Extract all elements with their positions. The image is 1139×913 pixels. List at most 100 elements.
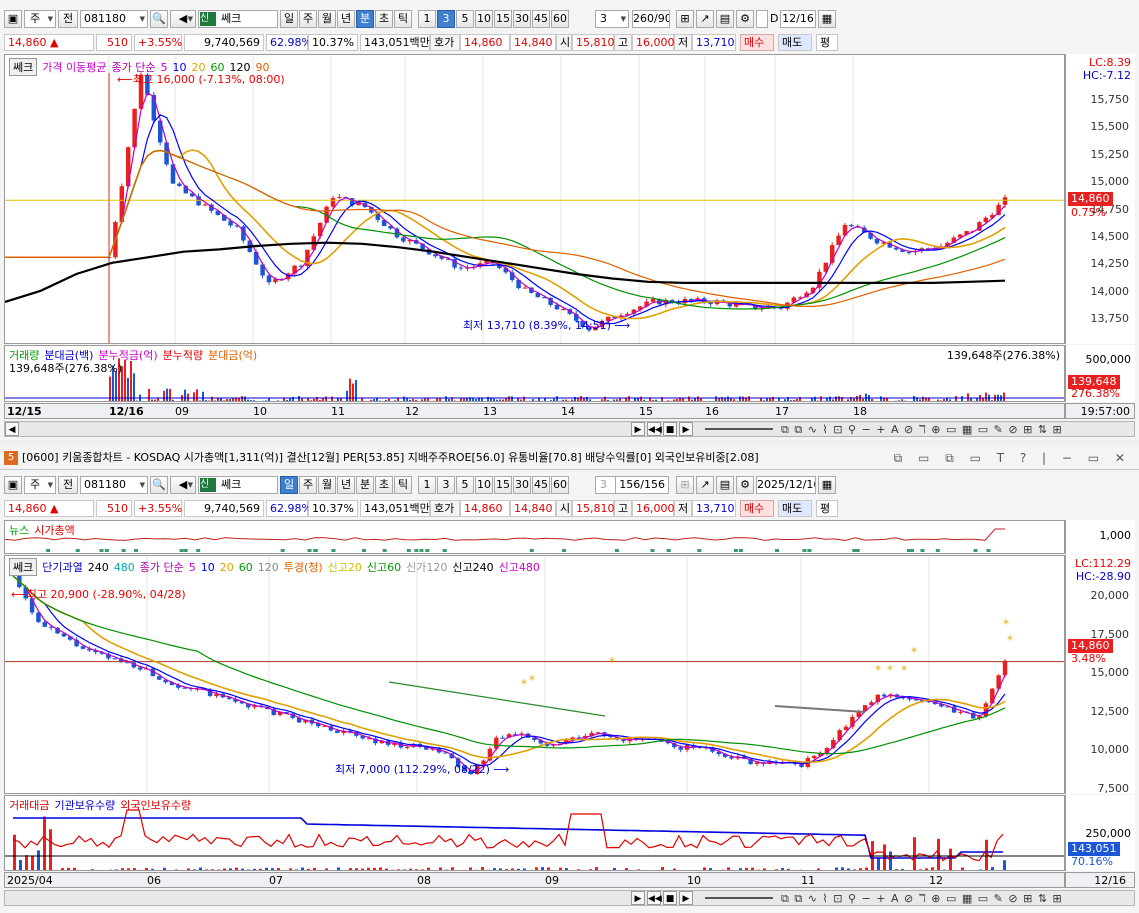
- period-tab-5[interactable]: 초: [375, 10, 393, 28]
- interval-tab-7[interactable]: 60: [551, 476, 569, 494]
- play-icon[interactable]: ▶: [679, 891, 693, 905]
- interval-tab-6[interactable]: 45: [532, 476, 550, 494]
- date-field[interactable]: 12/16: [780, 10, 816, 28]
- volume-bar: [706, 400, 708, 401]
- sell-button[interactable]: 매도: [778, 500, 812, 517]
- bar-count-field[interactable]: 156/156: [615, 476, 669, 494]
- rewind-icon[interactable]: ◀◀: [647, 891, 662, 905]
- calendar-icon[interactable]: ▦: [818, 10, 836, 28]
- prev-button[interactable]: 전: [58, 10, 78, 28]
- sound-icon[interactable]: ◀: [170, 476, 196, 494]
- scroll-right-icon[interactable]: ▶: [631, 891, 645, 905]
- zoom-slider[interactable]: [705, 897, 773, 899]
- period-tab-0[interactable]: 일: [280, 10, 298, 28]
- interval-tab-6[interactable]: 45: [532, 10, 550, 28]
- search-icon[interactable]: 🔍: [150, 10, 168, 28]
- amount-bar: [391, 869, 394, 870]
- daily-price-axis: LC:112.29 HC:-28.90 20,000 17,500 15,000 12…: [1065, 555, 1135, 795]
- daily-price-chart[interactable]: * * * * * * * * * 쎄크 단기과열 240 480 종가 단순 5 10 20 60 120 투경(…: [4, 555, 1065, 794]
- scroll-right-icon[interactable]: ▶: [631, 422, 645, 436]
- buy-button[interactable]: 매수: [740, 500, 774, 517]
- amount-bar: [685, 870, 688, 871]
- sound-icon[interactable]: ◀: [170, 10, 196, 28]
- interval-select[interactable]: 3: [595, 10, 629, 28]
- stock-name-field[interactable]: 신 쎄크: [198, 476, 278, 494]
- grid-icon[interactable]: ⊞: [676, 476, 694, 494]
- trade-amount: 143,051백만: [360, 500, 430, 517]
- chart-tools-icons[interactable]: ⧉ ⧉ ∿ ⌇ ⊡ ⚲ − + A ⊘ ℸ ⊕ ▭ ▦ ▭ ✎ ⊘ ⊞ ⇅ ⊞: [781, 892, 1063, 906]
- daily-amount-chart[interactable]: 거래대금 기관보유수량 외국인보유수량: [4, 795, 1065, 871]
- scroll-left-icon[interactable]: ◀: [5, 422, 19, 436]
- stock-code-input[interactable]: 081180: [80, 10, 148, 28]
- market-type-select[interactable]: 주: [24, 10, 56, 28]
- volume-bar: [964, 401, 966, 402]
- period-tab-6[interactable]: 틱: [394, 476, 412, 494]
- period-tab-6[interactable]: 틱: [394, 10, 412, 28]
- sell-button[interactable]: 매도: [778, 34, 812, 51]
- interval-tab-0[interactable]: 1: [418, 476, 436, 494]
- period-tab-1[interactable]: 주: [299, 476, 317, 494]
- compare-icon[interactable]: ↗: [696, 476, 714, 494]
- zoom-slider[interactable]: [705, 428, 773, 430]
- save-icon[interactable]: ▤: [716, 10, 734, 28]
- prev-button[interactable]: 전: [58, 476, 78, 494]
- grid-icon[interactable]: ⊞: [676, 10, 694, 28]
- period-tab-3[interactable]: 년: [337, 10, 355, 28]
- period-tab-5[interactable]: 초: [375, 476, 393, 494]
- date-field[interactable]: 2025/12/16: [756, 476, 816, 494]
- interval-tab-1[interactable]: 3: [437, 10, 455, 28]
- interval-tab-3[interactable]: 10: [475, 10, 493, 28]
- stock-name-field[interactable]: 신 쎄크: [198, 10, 278, 28]
- amount-bar: [247, 869, 250, 870]
- price-tick: 15,750: [1090, 93, 1130, 106]
- rewind-icon[interactable]: ◀◀: [647, 422, 662, 436]
- stock-code-input[interactable]: 081180: [80, 476, 148, 494]
- minute-volume-chart[interactable]: 거래량 분대금(백) 분누적금(억) 분누적량 분대금(억) 139,648주(276.…: [4, 345, 1065, 402]
- news-marker: [562, 549, 567, 552]
- period-tab-1[interactable]: 주: [299, 10, 317, 28]
- bar-count-field[interactable]: 260/900: [632, 10, 670, 28]
- period-tab-4[interactable]: 분: [356, 476, 374, 494]
- date-checkbox[interactable]: [756, 10, 768, 28]
- gear-icon[interactable]: ⚙: [736, 476, 754, 494]
- eval-button[interactable]: 평: [816, 34, 838, 51]
- price-tick: 15,000: [1090, 175, 1130, 189]
- chart-tools-icons[interactable]: ⧉ ⧉ ∿ ⌇ ⊡ ⚲ − + A ⊘ ℸ ⊕ ▭ ▦ ▭ ✎ ⊘ ⊞ ⇅ ⊞: [781, 423, 1063, 437]
- eval-button[interactable]: 평: [816, 500, 838, 517]
- save-icon[interactable]: ▤: [716, 476, 734, 494]
- interval-tab-0[interactable]: 1: [418, 10, 436, 28]
- gear-icon[interactable]: ⚙: [736, 10, 754, 28]
- play-icon[interactable]: ▶: [679, 422, 693, 436]
- daily-date-axis: 2025/04 06 07 08 09 10 11 12: [4, 872, 1065, 888]
- minute-price-chart[interactable]: 쎄크 가격 이동평균 종가 단순 5 10 20 60 120 90 ⟵최고 16,000 (-…: [4, 54, 1065, 344]
- daily-scrollbar[interactable]: ▶ ◀◀ ■ ▶ ⧉ ⧉ ∿ ⌇ ⊡ ⚲ − + A ⊘ ℸ ⊕ ▭ ▦ ▭ ✎…: [4, 890, 1135, 906]
- period-tab-2[interactable]: 월: [318, 10, 336, 28]
- interval-tab-5[interactable]: 30: [513, 10, 531, 28]
- stop-icon[interactable]: ■: [663, 422, 677, 436]
- period-tab-4[interactable]: 분: [356, 10, 374, 28]
- calendar-icon[interactable]: ▦: [818, 476, 836, 494]
- minute-scrollbar[interactable]: ◀ ▶ ◀◀ ■ ▶ ⧉ ⧉ ∿ ⌇ ⊡ ⚲ − + A ⊘ ℸ ⊕ ▭ ▦ ▭…: [4, 421, 1135, 437]
- trend-line: [388, 681, 606, 717]
- interval-tab-7[interactable]: 60: [551, 10, 569, 28]
- stop-icon[interactable]: ■: [663, 891, 677, 905]
- compare-icon[interactable]: ↗: [696, 10, 714, 28]
- period-tab-0[interactable]: 일: [280, 476, 298, 494]
- interval-tab-2[interactable]: 5: [456, 476, 474, 494]
- news-marker: [331, 549, 336, 552]
- market-type-select[interactable]: 주: [24, 476, 56, 494]
- window-controls[interactable]: ⧉ ▭ ⧉ ▭ T ? | − ▭ ✕: [894, 446, 1131, 470]
- period-tab-2[interactable]: 월: [318, 476, 336, 494]
- interval-tab-2[interactable]: 5: [456, 10, 474, 28]
- period-tab-3[interactable]: 년: [337, 476, 355, 494]
- interval-tab-5[interactable]: 30: [513, 476, 531, 494]
- interval-tab-3[interactable]: 10: [475, 476, 493, 494]
- interval-tab-4[interactable]: 15: [494, 476, 512, 494]
- buy-button[interactable]: 매수: [740, 34, 774, 51]
- chart-menu-icon[interactable]: ▣: [4, 476, 22, 494]
- search-icon[interactable]: 🔍: [150, 476, 168, 494]
- news-marketcap-chart[interactable]: 뉴스 시가총액: [4, 520, 1065, 554]
- interval-tab-1[interactable]: 3: [437, 476, 455, 494]
- chart-menu-icon[interactable]: ▣: [4, 10, 22, 28]
- interval-tab-4[interactable]: 15: [494, 10, 512, 28]
